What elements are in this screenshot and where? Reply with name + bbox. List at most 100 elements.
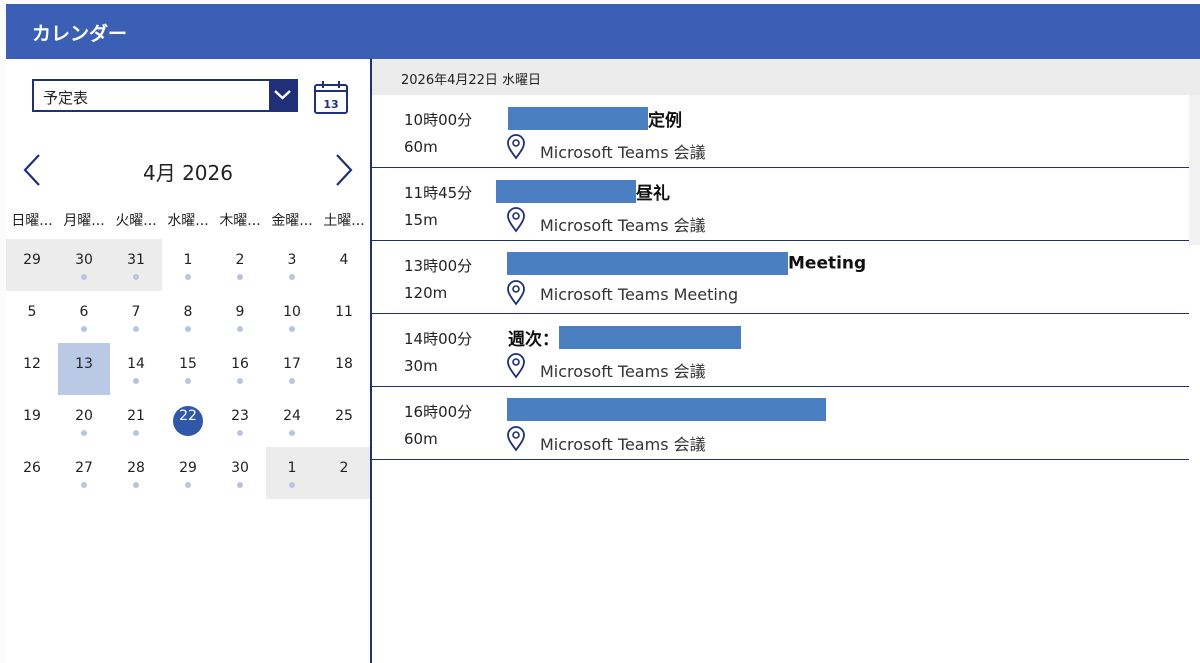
day-cell[interactable]: 20 [58,395,110,447]
day-number: 9 [235,304,245,320]
day-cell[interactable]: 17 [266,343,318,395]
today-calendar-icon[interactable]: 13 [312,79,350,117]
event-item[interactable]: 14時00分 30m 週次： Microsoft Teams 会議 [372,314,1189,387]
event-start-time: 10時00分 [404,111,473,129]
day-cell[interactable]: 5 [6,291,58,343]
event-indicator-dot [289,274,295,280]
day-number: 7 [131,304,141,320]
day-number: 13 [75,356,93,372]
event-indicator-dot [237,274,243,280]
event-start-time: 14時00分 [404,330,473,348]
day-cell[interactable]: 19 [6,395,58,447]
day-cell[interactable]: 4 [318,239,370,291]
event-indicator-dot [185,378,191,384]
event-indicator-dot [185,274,191,280]
event-indicator-dot [133,378,139,384]
event-title: 昼礼 [496,179,670,204]
weekday-label: 日曜... [11,213,53,229]
day-cell[interactable]: 2 [318,447,370,499]
day-number: 4 [339,252,349,268]
event-indicator-dot [133,274,139,280]
day-number: 12 [23,356,41,372]
day-cell[interactable]: 28 [110,447,162,499]
day-cell[interactable]: 8 [162,291,214,343]
day-number: 28 [127,460,145,476]
month-label: 4月 2026 [143,161,233,185]
event-title: 定例 [508,106,682,131]
calendar-dropdown[interactable]: 予定表 [32,79,298,112]
day-cell[interactable]: 25 [318,395,370,447]
day-cell-today[interactable]: 22 [162,395,214,447]
day-cell[interactable]: 1 [266,447,318,499]
event-title: 週次： [508,325,741,350]
day-cell[interactable]: 12 [6,343,58,395]
event-duration: 60m [404,430,438,448]
day-cell[interactable]: 24 [266,395,318,447]
event-item[interactable]: 13時00分 120m Meeting Microsoft Teams Meeting [372,241,1189,314]
selected-date-text: 2026年4月22日 水曜日 [401,73,542,88]
scrollbar[interactable] [1189,95,1200,245]
day-cell[interactable]: 21 [110,395,162,447]
day-cell[interactable]: 2 [214,239,266,291]
app-title: カレンダー [32,23,128,45]
event-location: Microsoft Teams Meeting [540,285,739,304]
event-item[interactable]: 16時00分 60m Microsoft Teams 会議 [372,387,1189,460]
day-cell[interactable]: 10 [266,291,318,343]
chevron-right-icon[interactable] [332,153,356,187]
day-cell[interactable]: 29 [6,239,58,291]
chevron-down-icon[interactable] [269,81,296,110]
location-pin-icon [506,280,526,306]
agenda-panel: 2026年4月22日 水曜日 10時00分 60m 定例 Microsoft Team… [372,59,1200,663]
day-cell[interactable]: 14 [110,343,162,395]
day-cell[interactable]: 15 [162,343,214,395]
event-duration: 30m [404,357,438,375]
event-indicator-dot [185,326,191,332]
day-number: 19 [23,408,41,424]
day-number: 21 [127,408,145,424]
day-number: 22 [179,408,197,424]
weekday-label: 木曜... [219,213,261,229]
day-cell[interactable]: 16 [214,343,266,395]
day-number: 10 [283,304,301,320]
day-number: 30 [75,252,93,268]
day-cell[interactable]: 6 [58,291,110,343]
event-indicator-dot [289,430,295,436]
day-cell[interactable]: 11 [318,291,370,343]
day-number: 16 [231,356,249,372]
redacted-title-block [496,180,636,203]
day-number: 6 [79,304,89,320]
event-item[interactable]: 10時00分 60m 定例 Microsoft Teams 会議 [372,95,1189,168]
day-cell[interactable]: 29 [162,447,214,499]
event-title-prefix: 週次： [508,330,559,350]
weekday-label: 月曜... [63,213,105,229]
day-cell-selected[interactable]: 13 [58,343,110,395]
location-pin-icon [506,207,526,233]
day-number: 26 [23,460,41,476]
day-number: 20 [75,408,93,424]
day-number: 8 [183,304,193,320]
day-number: 29 [179,460,197,476]
event-duration: 120m [404,284,448,302]
day-cell[interactable]: 3 [266,239,318,291]
day-cell[interactable]: 26 [6,447,58,499]
event-item[interactable]: 11時45分 15m 昼礼 Microsoft Teams 会議 [372,168,1189,241]
day-number: 2 [235,252,245,268]
location-pin-icon [506,426,526,452]
day-number: 18 [335,356,353,372]
day-cell[interactable]: 30 [58,239,110,291]
day-number: 3 [287,252,297,268]
day-cell[interactable]: 27 [58,447,110,499]
day-cell[interactable]: 30 [214,447,266,499]
day-cell[interactable]: 23 [214,395,266,447]
event-duration: 15m [404,211,438,229]
event-indicator-dot [289,326,295,332]
day-cell[interactable]: 7 [110,291,162,343]
day-number: 14 [127,356,145,372]
day-cell[interactable]: 9 [214,291,266,343]
weekday-label: 火曜... [115,213,157,229]
day-cell[interactable]: 31 [110,239,162,291]
day-cell[interactable]: 18 [318,343,370,395]
day-cell[interactable]: 1 [162,239,214,291]
event-indicator-dot [81,482,87,488]
event-indicator-dot [289,482,295,488]
